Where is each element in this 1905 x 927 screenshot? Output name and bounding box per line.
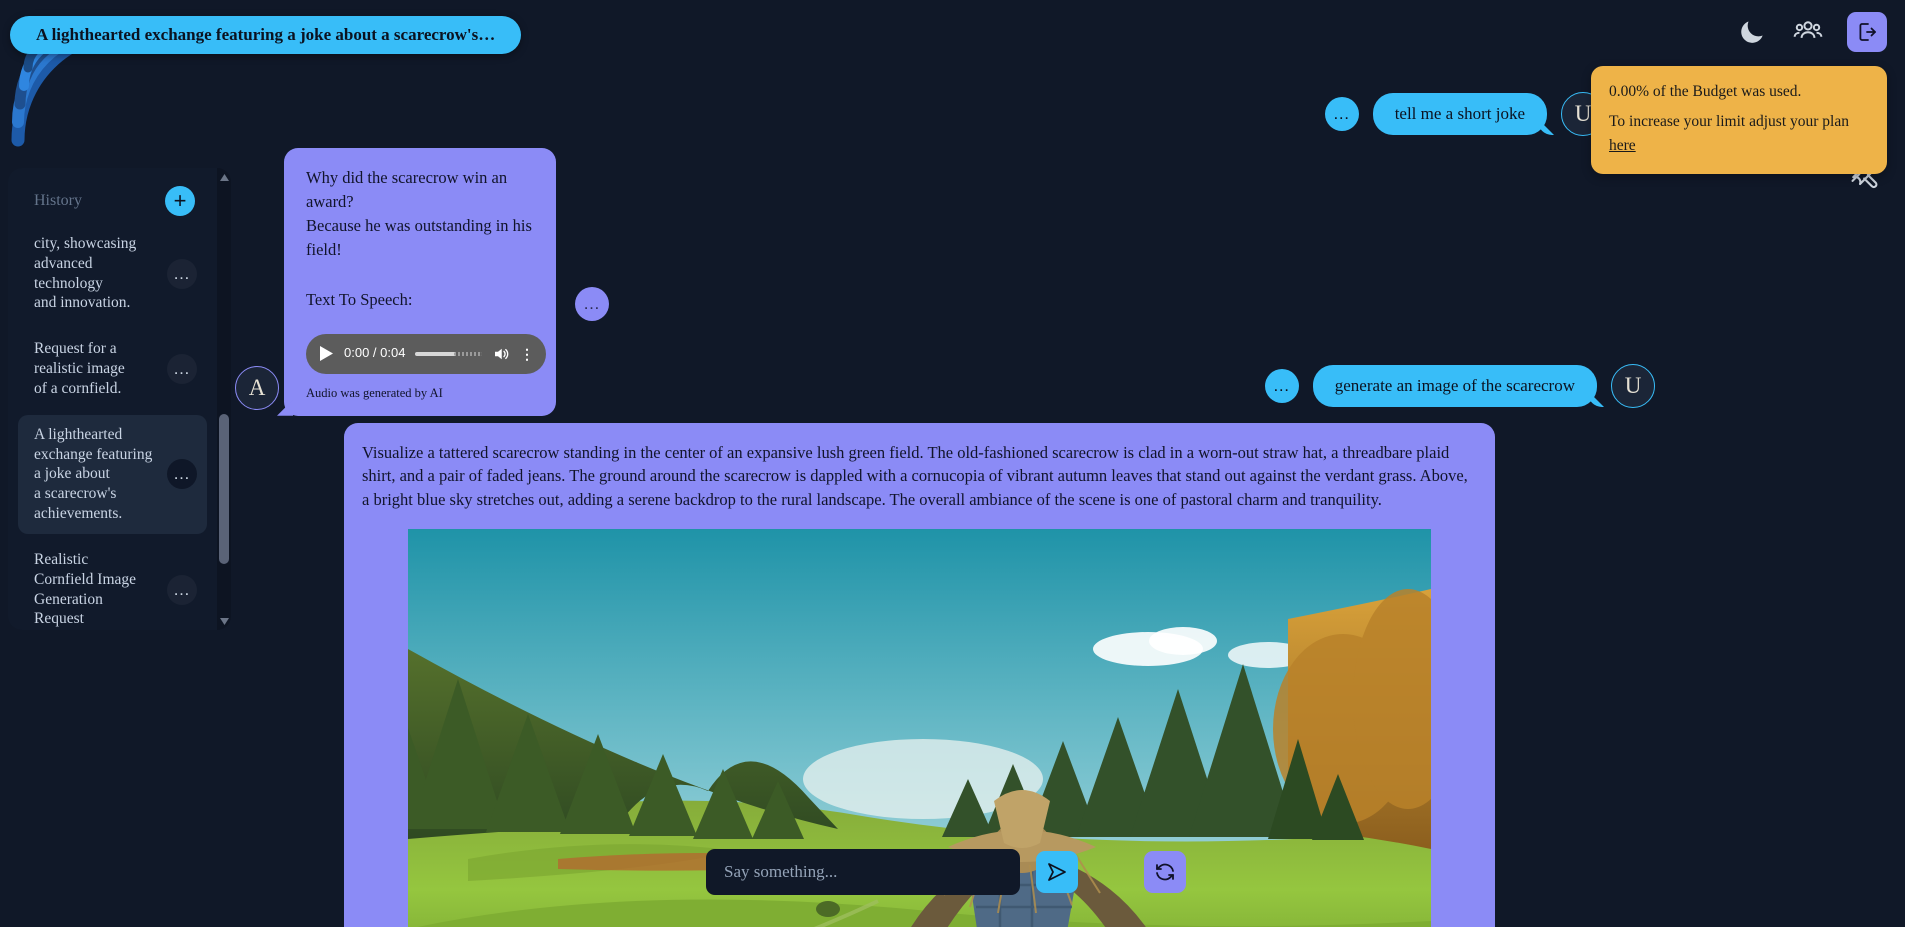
send-button[interactable]: [1036, 851, 1078, 893]
history-item[interactable]: city, showcasing advanced technology and i…: [18, 224, 207, 323]
audio-time: 0:00 / 0:04: [344, 345, 406, 361]
refresh-button[interactable]: [1144, 851, 1186, 893]
moon-icon[interactable]: [1735, 15, 1769, 49]
tts-label: Text To Speech:: [306, 289, 413, 309]
history-item-menu-button[interactable]: …: [167, 574, 197, 605]
history-item[interactable]: Realistic Cornfield Image Generation Reque…: [18, 540, 207, 630]
history-item-label: city, showcasing advanced technology and i…: [34, 235, 137, 312]
history-header: History +: [8, 178, 217, 218]
adjust-plan-link[interactable]: here: [1609, 137, 1636, 154]
user-message-menu-button[interactable]: …: [1324, 97, 1359, 131]
volume-icon[interactable]: [492, 345, 510, 363]
kebab-menu-icon[interactable]: ⋮: [520, 347, 534, 361]
budget-usage-text: 0.00% of the Budget was used.: [1609, 83, 1802, 100]
image-description: Visualize a tattered scarecrow standing …: [362, 443, 1468, 509]
logout-button[interactable]: [1847, 12, 1887, 52]
conversation-title: A lighthearted exchange featuring a joke…: [10, 16, 522, 54]
audio-player[interactable]: 0:00 / 0:04 ⋮: [306, 333, 546, 374]
history-item-label: A lighthearted exchange featuring a joke a…: [34, 425, 153, 523]
scroll-down-arrow-icon[interactable]: [217, 614, 231, 628]
user-message-row: … tell me a short joke U: [1324, 92, 1605, 136]
message-input[interactable]: [706, 849, 1020, 895]
history-item[interactable]: Request for a realistic image of a cornfie…: [18, 329, 207, 408]
joke-line-1: Why did the scarecrow win an award?: [306, 168, 508, 211]
audio-progress-bar[interactable]: [415, 351, 482, 356]
history-item-label: Realistic Cornfield Image Generation Reque…: [34, 550, 137, 628]
scrollbar-thumb[interactable]: [219, 414, 229, 564]
assistant-message-bubble: Why did the scarecrow win an award? Beca…: [284, 148, 556, 416]
user-message-bubble: tell me a short joke: [1372, 93, 1547, 135]
user-message-row: … generate an image of the scarecrow U: [1264, 364, 1655, 408]
budget-upgrade-text: To increase your limit adjust your plan …: [1609, 113, 1849, 155]
history-list: city, showcasing advanced technology and i…: [8, 224, 217, 630]
joke-line-2: Because he was outstanding in his field!: [306, 215, 532, 259]
user-avatar: U: [1611, 364, 1655, 408]
history-sidebar: History + city, showcasing advanced techn…: [8, 168, 231, 630]
history-item-menu-button[interactable]: …: [167, 459, 197, 490]
audio-caption: Audio was generated by AI: [306, 385, 443, 400]
user-message-bubble: generate an image of the scarecrow: [1312, 365, 1597, 407]
assistant-message-menu-button[interactable]: …: [575, 287, 609, 321]
assistant-avatar: A: [235, 365, 279, 410]
header-actions: [1735, 12, 1887, 52]
history-item-label: Request for a realistic image of a cornfie…: [34, 340, 125, 397]
history-item[interactable]: A lighthearted exchange featuring a joke a…: [18, 414, 207, 534]
people-group-icon[interactable]: [1791, 15, 1825, 49]
message-composer: [706, 849, 1186, 895]
scroll-up-arrow-icon[interactable]: [217, 170, 231, 184]
play-icon[interactable]: [318, 346, 334, 362]
history-item-menu-button[interactable]: …: [167, 258, 197, 289]
budget-notification: 0.00% of the Budget was used. To increas…: [1591, 66, 1887, 175]
history-item-menu-button[interactable]: …: [167, 354, 197, 385]
history-title: History: [34, 192, 82, 209]
user-message-menu-button[interactable]: …: [1264, 369, 1299, 403]
sidebar-scrollbar[interactable]: [217, 168, 231, 630]
new-chat-button[interactable]: +: [165, 186, 195, 216]
assistant-message-row: A Why did the scarecrow win an award? Be…: [235, 148, 556, 416]
app-root: A lighthearted exchange featuring a joke…: [0, 0, 1905, 927]
